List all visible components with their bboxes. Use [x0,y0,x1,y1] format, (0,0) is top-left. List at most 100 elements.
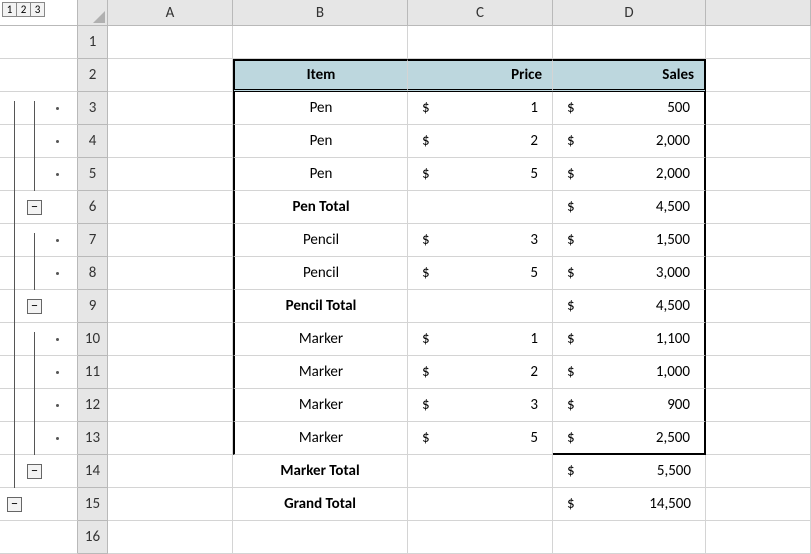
cell-C16[interactable] [408,521,553,554]
cell-A3[interactable] [108,92,233,125]
outline-collapse-button[interactable]: − [7,497,22,512]
cell-E6[interactable] [706,191,811,224]
row-header-11[interactable]: 11 [78,356,108,389]
cell-sales[interactable]: $4,500 [553,290,706,323]
cell-price[interactable] [408,455,553,488]
row-header-13[interactable]: 13 [78,422,108,455]
cell-sales[interactable]: $2,000 [553,158,706,191]
outline-level-3-button[interactable]: 3 [30,2,45,17]
cell-A11[interactable] [108,356,233,389]
cell-price[interactable]: $5 [408,257,553,290]
row-header-10[interactable]: 10 [78,323,108,356]
cell-A6[interactable] [108,191,233,224]
col-header-blank[interactable] [706,0,811,26]
cell-price[interactable]: $3 [408,389,553,422]
cell-A10[interactable] [108,323,233,356]
cell-A15[interactable] [108,488,233,521]
cell-subtotal-label[interactable]: Pencil Total [233,290,408,323]
cell-subtotal-label[interactable]: Pen Total [233,191,408,224]
outline-collapse-button[interactable]: − [27,299,42,314]
col-header-C[interactable]: C [408,0,553,26]
cell-D16[interactable] [553,521,706,554]
cell-sales[interactable]: $5,500 [553,455,706,488]
cell-B16[interactable] [233,521,408,554]
row-header-14[interactable]: 14 [78,455,108,488]
cell-price[interactable] [408,191,553,224]
cell-item[interactable]: Pen [233,125,408,158]
cell-grand-total-label[interactable]: Grand Total [233,488,408,521]
row-header-12[interactable]: 12 [78,389,108,422]
cell-price[interactable]: $2 [408,356,553,389]
select-all-corner[interactable] [78,0,108,26]
cell-E4[interactable] [706,125,811,158]
cell-sales[interactable]: $1,000 [553,356,706,389]
table-header-price[interactable]: Price [408,59,553,92]
cell-item[interactable]: Pencil [233,257,408,290]
cell-E15[interactable] [706,488,811,521]
outline-level-2-button[interactable]: 2 [16,2,31,17]
outline-collapse-button[interactable]: − [27,200,42,215]
cell-subtotal-label[interactable]: Marker Total [233,455,408,488]
cell-E7[interactable] [706,224,811,257]
cell-A2[interactable] [108,59,233,92]
cell-price[interactable] [408,290,553,323]
cell-E2[interactable] [706,59,811,92]
col-header-B[interactable]: B [233,0,408,26]
table-header-item[interactable]: Item [233,59,408,92]
cell-item[interactable]: Pen [233,92,408,125]
cell-item[interactable]: Marker [233,389,408,422]
cell-A16[interactable] [108,521,233,554]
cell-A5[interactable] [108,158,233,191]
row-header-6[interactable]: 6 [78,191,108,224]
outline-level-1-button[interactable]: 1 [2,2,17,17]
cell-item[interactable]: Pen [233,158,408,191]
cell-price[interactable]: $5 [408,422,553,455]
col-header-A[interactable]: A [108,0,233,26]
row-header-3[interactable]: 3 [78,92,108,125]
cell-A8[interactable] [108,257,233,290]
row-header-2[interactable]: 2 [78,59,108,92]
cell-D1[interactable] [553,26,706,59]
cell-sales[interactable]: $2,500 [553,422,706,455]
cell-A4[interactable] [108,125,233,158]
cell-E9[interactable] [706,290,811,323]
row-header-4[interactable]: 4 [78,125,108,158]
cell-item[interactable]: Pencil [233,224,408,257]
cell-E3[interactable] [706,92,811,125]
cell-B1[interactable] [233,26,408,59]
cell-E8[interactable] [706,257,811,290]
cell-price[interactable]: $1 [408,92,553,125]
cell-item[interactable]: Marker [233,323,408,356]
outline-collapse-button[interactable]: − [27,464,42,479]
cell-A14[interactable] [108,455,233,488]
row-header-1[interactable]: 1 [78,26,108,59]
cell-sales[interactable]: $500 [553,92,706,125]
cell-C1[interactable] [408,26,553,59]
cell-E13[interactable] [706,422,811,455]
cell-sales[interactable]: $1,500 [553,224,706,257]
cell-E5[interactable] [706,158,811,191]
cell-sales[interactable]: $900 [553,389,706,422]
cell-A7[interactable] [108,224,233,257]
cell-sales[interactable]: $3,000 [553,257,706,290]
cell-sales[interactable]: $2,000 [553,125,706,158]
cell-E14[interactable] [706,455,811,488]
cell-A9[interactable] [108,290,233,323]
cell-E1[interactable] [706,26,811,59]
cell-A13[interactable] [108,422,233,455]
cell-A1[interactable] [108,26,233,59]
cell-price[interactable]: $5 [408,158,553,191]
row-header-16[interactable]: 16 [78,521,108,554]
cell-sales[interactable]: $1,100 [553,323,706,356]
cell-item[interactable]: Marker [233,422,408,455]
row-header-5[interactable]: 5 [78,158,108,191]
row-header-15[interactable]: 15 [78,488,108,521]
col-header-D[interactable]: D [553,0,706,26]
row-header-9[interactable]: 9 [78,290,108,323]
cell-price[interactable]: $2 [408,125,553,158]
row-header-8[interactable]: 8 [78,257,108,290]
cell-item[interactable]: Marker [233,356,408,389]
cell-E11[interactable] [706,356,811,389]
cell-price[interactable]: $1 [408,323,553,356]
cell-E12[interactable] [706,389,811,422]
